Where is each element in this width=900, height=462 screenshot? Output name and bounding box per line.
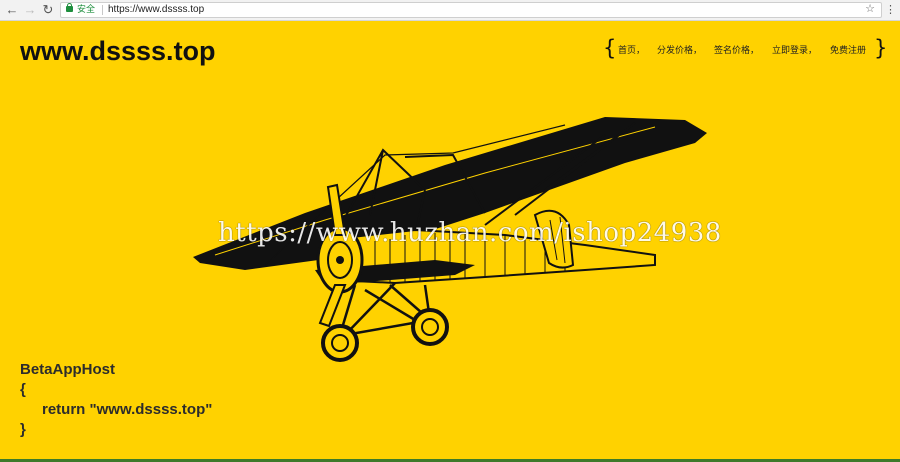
code-line-class: BetaAppHost — [20, 361, 116, 378]
nav-item-distribution-price[interactable]: 分发价格， — [657, 43, 702, 56]
code-block: BetaAppHost { return "www.dssss.top" } — [20, 360, 212, 440]
browser-toolbar: ← → ↻ 安全 https://www.dssss.top ☆ ⋮ — [0, 0, 900, 21]
browser-menu-icon[interactable]: ⋮ — [885, 3, 896, 17]
address-separator — [102, 5, 103, 15]
url-text[interactable]: https://www.dssss.top — [108, 3, 204, 17]
code-line-close-brace: } — [20, 421, 26, 438]
nav-item-signing-price[interactable]: 签名价格， — [714, 43, 759, 56]
code-line-open-brace: { — [20, 381, 26, 398]
lock-icon — [66, 3, 73, 12]
address-bar[interactable]: 安全 https://www.dssss.top ☆ — [60, 2, 882, 18]
code-line-return: return "www.dssss.top" — [42, 401, 213, 418]
reload-icon[interactable]: ↻ — [40, 2, 56, 18]
watermark-text: https://www.huzhan.com/ishop24938 — [218, 218, 722, 248]
nav-open-brace: { — [603, 36, 617, 60]
forward-icon[interactable]: → — [22, 2, 38, 18]
site-title[interactable]: www.dssss.top — [20, 36, 216, 67]
nav-close-brace: } — [874, 36, 888, 60]
back-icon[interactable]: ← — [4, 2, 20, 18]
bookmark-star-icon[interactable]: ☆ — [865, 2, 875, 16]
secure-label: 安全 — [77, 5, 96, 15]
nav-item-login[interactable]: 立即登录， — [772, 43, 817, 56]
nav-item-register[interactable]: 免费注册 — [830, 43, 866, 56]
nav-item-home[interactable]: 首页， — [618, 43, 645, 56]
